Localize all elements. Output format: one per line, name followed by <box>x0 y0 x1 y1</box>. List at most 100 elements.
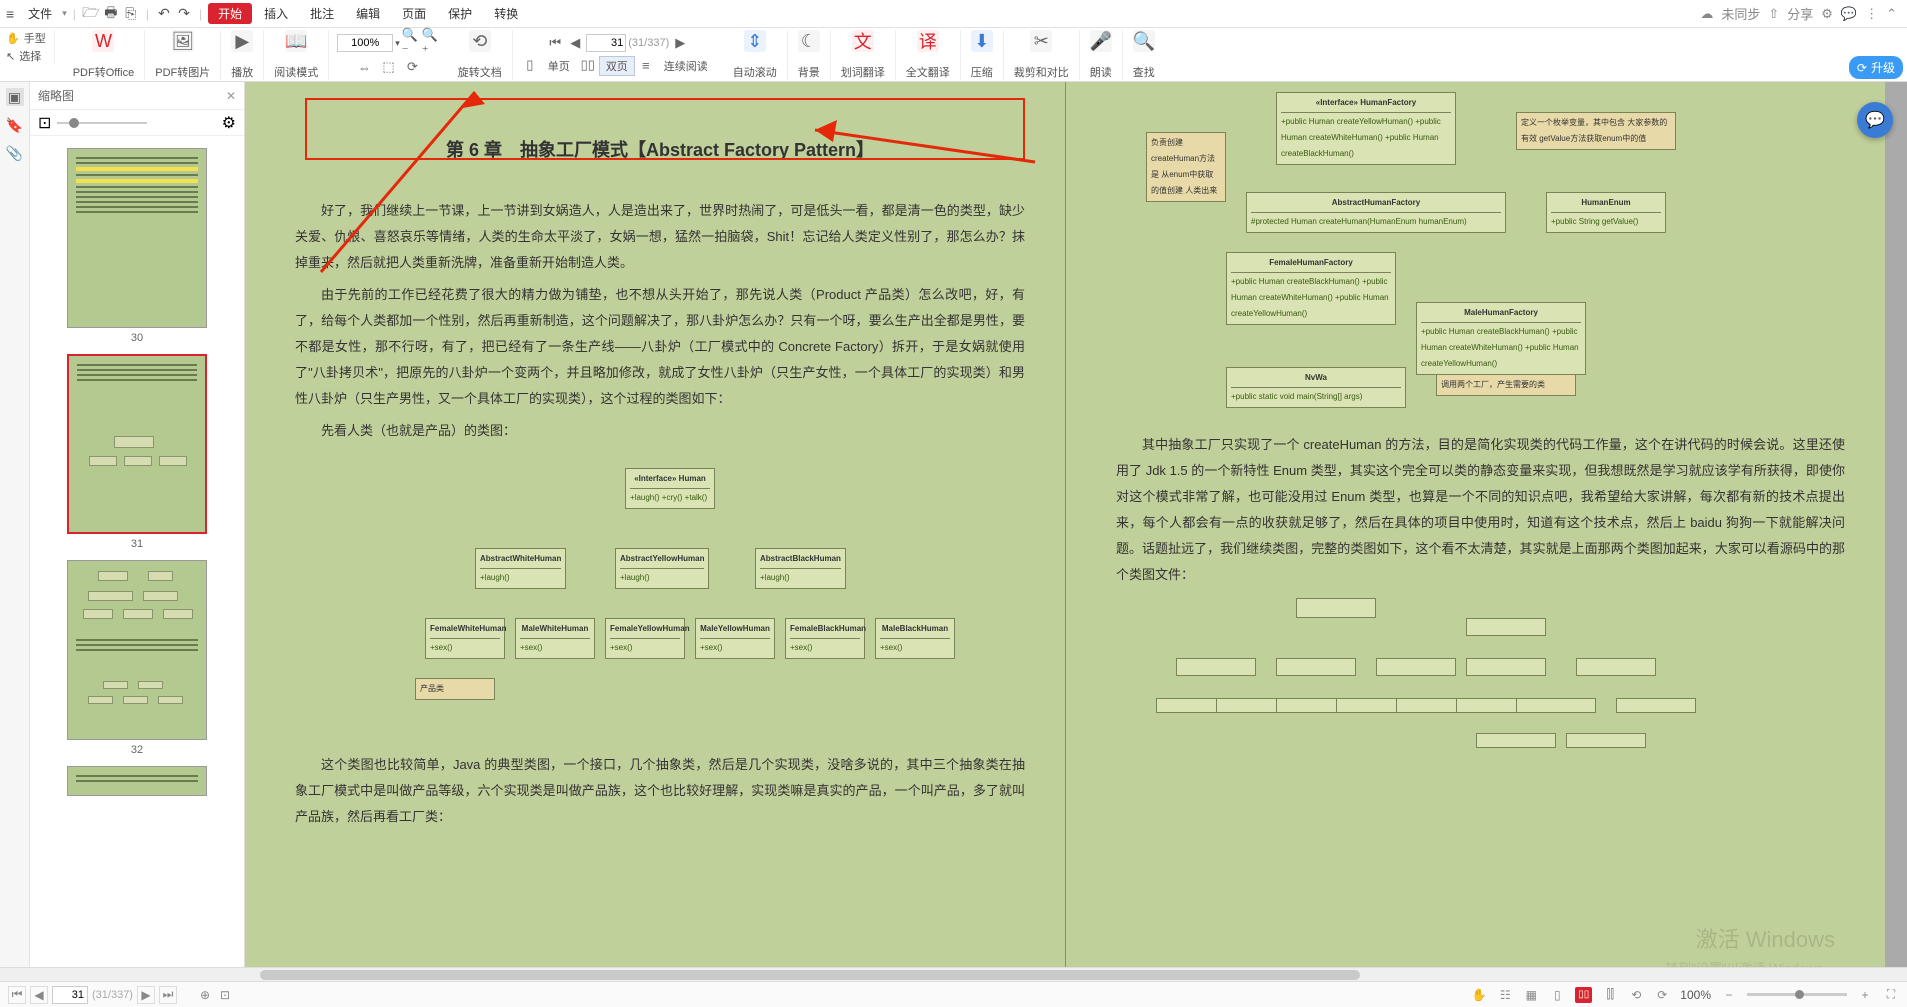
share-label[interactable]: 分享 <box>1787 4 1813 23</box>
tab-convert[interactable]: 转换 <box>484 3 528 24</box>
open-icon[interactable]: 🗁 <box>82 5 100 23</box>
page-total: (31/337) <box>628 37 669 49</box>
thumbnail-31[interactable]: 31 <box>67 354 207 550</box>
layout-icon[interactable]: ▦ <box>1523 987 1539 1003</box>
zoom-small-icon[interactable]: ⊡ <box>38 113 51 133</box>
double-page-icon[interactable]: ▯▯ <box>579 56 597 74</box>
mic-icon: 🎤 <box>1090 30 1112 52</box>
message-icon[interactable]: 💬 <box>1841 6 1857 22</box>
settings-icon[interactable]: ⚙ <box>222 113 236 133</box>
refresh-icon[interactable]: ⟳ <box>404 58 422 76</box>
zoom-in-btn[interactable]: + <box>1857 987 1873 1003</box>
tab-protect[interactable]: 保护 <box>438 3 482 24</box>
tab-annotate[interactable]: 批注 <box>300 3 344 24</box>
select-tool[interactable]: ↖选择 <box>6 48 46 64</box>
uml-female-white: FemaleWhiteHuman+sex() <box>425 618 505 659</box>
rotate-right-icon[interactable]: ⟳ <box>1654 987 1670 1003</box>
read-mode-button[interactable]: 📖 阅读模式 <box>264 30 329 80</box>
add-page-icon[interactable]: ⊕ <box>197 987 213 1003</box>
upgrade-badge[interactable]: ⟳ 升级 <box>1849 56 1903 79</box>
fullscreen-icon[interactable]: ⛶ <box>1883 987 1899 1003</box>
crop-compare-button[interactable]: ✂ 裁剪和对比 <box>1004 30 1080 80</box>
thumbnail-32[interactable]: 32 <box>67 560 207 756</box>
zoom-input[interactable] <box>337 34 393 52</box>
collapse-icon[interactable]: ⊡ <box>217 987 233 1003</box>
zoom-out-btn[interactable]: − <box>1721 987 1737 1003</box>
tab-insert[interactable]: 插入 <box>254 3 298 24</box>
settings-icon[interactable]: ⚙ <box>1821 6 1833 22</box>
more-icon[interactable]: ⋮ <box>1865 6 1878 22</box>
bookmarks-icon[interactable]: 🔖 <box>6 116 24 134</box>
single-page-button[interactable]: 单页 <box>541 56 577 76</box>
redo-icon[interactable]: ↷ <box>175 5 193 23</box>
auto-scroll-label: 自动滚动 <box>733 64 777 80</box>
cloud-sync-icon[interactable]: ☁ <box>1700 6 1713 22</box>
prev-page-icon[interactable]: ◀ <box>566 34 584 52</box>
read-aloud-button[interactable]: 🎤 朗读 <box>1080 30 1123 80</box>
uml-header: FemaleYellowHuman <box>610 621 680 639</box>
fit-page-icon[interactable]: ⬚ <box>380 58 398 76</box>
thumbnails-icon[interactable]: ▣ <box>6 88 24 106</box>
rotate-button[interactable]: ⟲ 旋转文档 <box>448 30 513 80</box>
auto-scroll-button[interactable]: ⇕ 自动滚动 <box>723 30 788 80</box>
file-menu[interactable]: 文件 <box>20 3 60 24</box>
zoom-out-icon[interactable]: 🔍⁻ <box>402 34 420 52</box>
zoom-dropdown-icon[interactable]: ▾ <box>395 38 400 49</box>
first-page-icon[interactable]: ⏮ <box>546 34 564 52</box>
continuous-read-button[interactable]: 连续阅读 <box>657 56 715 76</box>
full-translate-button[interactable]: 译 全文翻译 <box>896 30 961 80</box>
double-page-button[interactable]: 双页 <box>599 56 635 76</box>
document-viewport[interactable]: 第 6 章 抽象工厂模式【Abstract Factory Pattern】 好… <box>245 82 1907 967</box>
first-page-btn[interactable]: ⏮ <box>8 986 26 1004</box>
zoom-in-icon[interactable]: 🔍⁺ <box>422 34 440 52</box>
rotate-left-icon[interactable]: ⟲ <box>1628 987 1644 1003</box>
file-dropdown-icon[interactable]: ▾ <box>62 8 67 19</box>
prev-page-btn[interactable]: ◀ <box>30 986 48 1004</box>
single-page-icon[interactable]: ▯ <box>521 56 539 74</box>
attachments-icon[interactable]: 📎 <box>6 144 24 162</box>
page-input[interactable] <box>586 34 626 52</box>
horizontal-scrollbar[interactable] <box>0 967 1907 981</box>
thumbnail-list[interactable]: 30 31 <box>30 136 244 967</box>
fit-width-icon[interactable]: ⇔ <box>356 58 374 76</box>
continuous-icon[interactable]: ≡ <box>637 56 655 74</box>
last-page-btn[interactable]: ⏭ <box>159 986 177 1004</box>
note-icon[interactable]: ☷ <box>1497 987 1513 1003</box>
status-page-input[interactable] <box>52 986 88 1004</box>
zoom-slider[interactable] <box>1747 993 1847 996</box>
tab-start[interactable]: 开始 <box>208 3 252 24</box>
tab-page[interactable]: 页面 <box>392 3 436 24</box>
pdf-to-office-button[interactable]: W PDF转Office <box>63 30 146 80</box>
scroll-icon: ⇕ <box>744 30 766 52</box>
highlight-translate-button[interactable]: 文 划词翻译 <box>831 30 896 80</box>
hand-mode-icon[interactable]: ✋ <box>1471 987 1487 1003</box>
share-icon[interactable]: ⇧ <box>1768 6 1779 22</box>
double-layout-active-icon[interactable]: ▯▯ <box>1575 987 1592 1003</box>
continuous-layout-icon[interactable]: ⫿⫿ <box>1602 987 1618 1003</box>
thumbnail-33-partial[interactable] <box>67 766 207 796</box>
thumbnail-size-slider[interactable] <box>57 122 147 124</box>
hand-tool[interactable]: ✋手型 <box>6 30 46 46</box>
thumbnail-panel: 缩略图 ✕ ⊡ ⚙ 30 <box>30 82 245 967</box>
close-panel-icon[interactable]: ✕ <box>226 89 236 103</box>
find-button[interactable]: 🔍 查找 <box>1123 30 1165 80</box>
play-button[interactable]: ▶ 播放 <box>221 30 264 80</box>
uml-abstract-factory: AbstractHumanFactory #protected Human cr… <box>1246 192 1506 233</box>
export-icon[interactable]: ⎘ <box>122 5 140 23</box>
print-icon[interactable]: 🖶 <box>102 5 120 23</box>
hamburger-icon[interactable]: ≡ <box>6 6 14 22</box>
status-zoom-value: 100% <box>1680 988 1711 1002</box>
single-layout-icon[interactable]: ▯ <box>1549 987 1565 1003</box>
uml-header: MaleHumanFactory <box>1421 305 1581 323</box>
collapse-ribbon-icon[interactable]: ⌃ <box>1886 6 1897 22</box>
next-page-btn[interactable]: ▶ <box>137 986 155 1004</box>
thumbnail-label: 31 <box>131 538 143 550</box>
background-button[interactable]: ☾ 背景 <box>788 30 831 80</box>
compress-button[interactable]: ⬇ 压缩 <box>961 30 1004 80</box>
tab-edit[interactable]: 编辑 <box>346 3 390 24</box>
next-page-icon[interactable]: ▶ <box>671 34 689 52</box>
pdf-to-image-button[interactable]: 🖼 PDF转图片 <box>145 30 221 80</box>
thumbnail-30[interactable]: 30 <box>67 148 207 344</box>
undo-icon[interactable]: ↶ <box>155 5 173 23</box>
assistant-bubble[interactable]: 💬 <box>1857 102 1893 138</box>
